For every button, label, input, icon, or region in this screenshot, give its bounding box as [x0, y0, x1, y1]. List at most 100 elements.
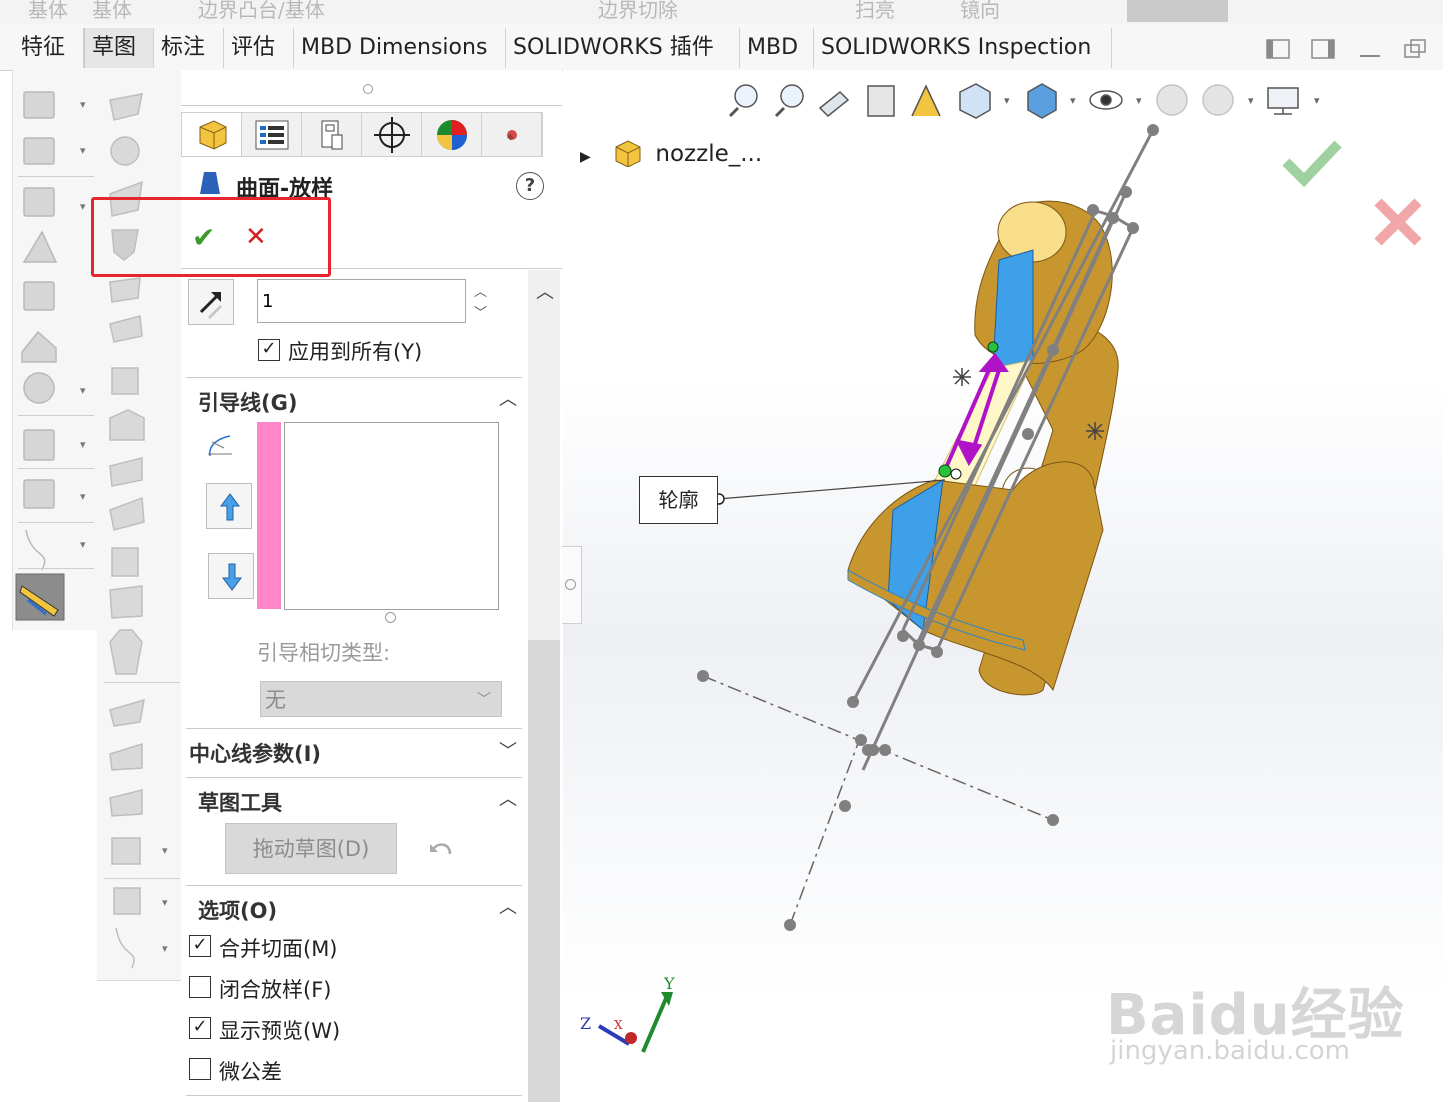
micro-tolerance-checkbox[interactable] — [189, 1058, 211, 1080]
tab-mbd[interactable]: MBD — [740, 28, 814, 68]
tab-display-manager[interactable] — [422, 113, 482, 156]
apply-to-all-checkbox[interactable]: ✓ — [258, 339, 280, 361]
tab-sketch[interactable]: 草图 — [84, 28, 154, 68]
centerline-section-header[interactable]: 中心线参数(I) — [189, 738, 321, 768]
axis-z-label: Z — [580, 1014, 592, 1033]
guides-listbox[interactable] — [284, 422, 499, 610]
apply-to-all-label: 应用到所有(Y) — [288, 340, 423, 364]
toolbar-item[interactable]: 基体 — [28, 0, 68, 23]
micro-tolerance-label: 微公差 — [219, 1060, 282, 1084]
options-section-header[interactable]: 选项(O) — [198, 895, 277, 925]
nozzle-body — [847, 461, 1104, 692]
move-up-button[interactable] — [206, 483, 252, 529]
toolbar-item[interactable]: 镜向 — [960, 0, 1000, 23]
merge-tangent-faces-label: 合并切面(M) — [219, 937, 338, 961]
tangency-length-input[interactable] — [257, 279, 466, 323]
move-down-button[interactable] — [208, 553, 254, 599]
close-loft-checkbox[interactable] — [189, 976, 211, 998]
tab-feature-manager[interactable] — [182, 113, 242, 156]
collapse-guides-icon[interactable]: ︿ — [499, 385, 517, 411]
tab-dimxpert-manager[interactable] — [362, 113, 422, 156]
toolbar-block — [1127, 0, 1228, 22]
thicken-icon — [109, 698, 145, 727]
scrollbar-thumb[interactable] — [528, 640, 560, 1102]
show-preview-checkbox[interactable]: ✓ — [189, 1017, 211, 1039]
collapse-sketch-tools-icon[interactable]: ︿ — [499, 785, 517, 811]
tab-configuration-manager[interactable] — [302, 113, 362, 156]
toolbar-item[interactable]: 边界切除 — [598, 0, 678, 23]
fillet-icon — [23, 429, 55, 461]
svg-text:▾: ▾ — [80, 144, 86, 157]
toolbar-item[interactable]: 基体 — [92, 0, 132, 23]
extend-icon — [109, 409, 145, 441]
tab-cam-manager[interactable]: ✧ — [482, 113, 542, 156]
axis-y-label: Y — [664, 974, 675, 993]
toolbar-item[interactable]: 扫亮 — [855, 0, 895, 23]
help-button[interactable]: ? — [516, 172, 544, 200]
model-view — [597, 124, 1159, 1053]
crosshair-icon — [374, 117, 410, 153]
guides-color-bar — [257, 422, 281, 609]
toolbar-item[interactable]: 边界凸台/基体 — [198, 0, 325, 23]
part-icon — [199, 120, 227, 150]
restore-icon[interactable] — [1402, 38, 1428, 60]
tab-solidworks-inspection[interactable]: SOLIDWORKS Inspection — [814, 28, 1112, 68]
tab-solidworks-addins[interactable]: SOLIDWORKS 插件 — [506, 28, 740, 68]
top-toolbar-remnant: 基体 基体 边界凸台/基体 边界切除 扫亮 镜向 — [0, 0, 1443, 25]
offset-surface-icon — [109, 315, 143, 343]
extruded-cut-icon — [21, 330, 57, 363]
profile-callout[interactable]: 轮廓 — [639, 476, 718, 524]
surface-boundary-icon — [109, 277, 141, 303]
listbox-grip[interactable] — [385, 612, 396, 623]
arrow-up-icon — [220, 493, 240, 521]
tab-markup[interactable]: 标注 — [154, 28, 224, 68]
svg-text:▾: ▾ — [80, 438, 86, 451]
tile-right-icon[interactable] — [1310, 38, 1336, 60]
close-loft-label: 闭合放样(F) — [219, 978, 332, 1002]
guides-section-header[interactable]: 引导线(G) — [198, 387, 297, 417]
minimize-icon[interactable] — [1357, 38, 1383, 60]
svg-text:▾: ▾ — [80, 200, 86, 213]
drag-sketch-button[interactable]: 拖动草图(D) — [225, 823, 397, 874]
cam-icon: ✧ — [506, 130, 517, 144]
fill-surface-icon — [109, 742, 143, 771]
guide-tangency-type-select[interactable]: 无 ﹀ — [260, 681, 502, 717]
arrow-down-icon — [222, 563, 242, 591]
svg-text:▾: ▾ — [80, 384, 86, 397]
coordinate-triad — [597, 992, 673, 1053]
watermark-url: jingyan.baidu.com — [1110, 1036, 1350, 1066]
spinner-up-icon[interactable]: ︿ — [474, 281, 487, 300]
svg-text:✧: ✧ — [506, 133, 514, 144]
swept-boss-icon — [23, 187, 55, 217]
collapse-options-icon[interactable]: ︿ — [499, 893, 517, 919]
guide-tangency-type-value: 无 — [265, 688, 286, 712]
planar-surface-icon — [111, 367, 139, 395]
delete-face-icon — [111, 547, 139, 577]
sketch-tools-section-header[interactable]: 草图工具 — [198, 787, 282, 817]
tab-features[interactable]: 特征 — [14, 28, 84, 68]
show-preview-label: 显示预览(W) — [219, 1019, 341, 1043]
tab-evaluate[interactable]: 评估 — [224, 28, 294, 68]
annotation-highlight — [91, 197, 331, 277]
expand-centerline-icon[interactable]: ﹀ — [499, 737, 517, 763]
scroll-up-icon[interactable]: ︿ — [536, 278, 554, 304]
curve-icon — [115, 927, 135, 969]
tangent-direction-button[interactable] — [188, 279, 234, 325]
curves-icon — [25, 529, 46, 571]
spinner-down-icon[interactable]: ﹀ — [474, 302, 487, 321]
undo-icon[interactable] — [428, 838, 454, 862]
panel-grip[interactable] — [363, 84, 373, 94]
axis-x-label: X — [614, 1018, 623, 1032]
pattern-icon — [23, 479, 55, 509]
merge-tangent-faces-checkbox[interactable]: ✓ — [189, 935, 211, 957]
knit-icon — [109, 629, 143, 675]
swept-cut-icon — [109, 93, 143, 121]
surface-loft-feature-icon — [200, 172, 220, 194]
svg-text:▾: ▾ — [80, 490, 86, 503]
tab-mbd-dimensions[interactable]: MBD Dimensions — [294, 28, 506, 68]
untrim-icon — [109, 496, 145, 531]
tile-left-icon[interactable] — [1265, 38, 1291, 60]
reference-geometry-icon — [113, 887, 141, 915]
replace-face-icon — [109, 585, 143, 619]
tab-property-manager[interactable] — [242, 113, 302, 156]
